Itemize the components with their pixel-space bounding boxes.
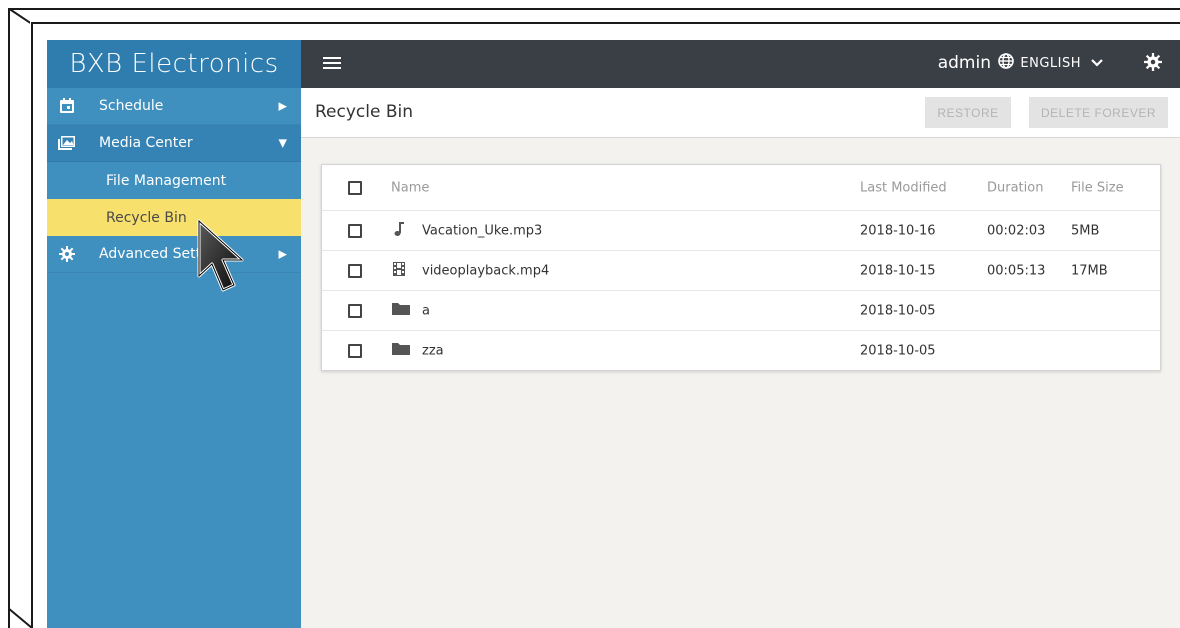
file-name: a: [422, 303, 430, 318]
user-name[interactable]: admin: [938, 53, 991, 73]
file-name: Vacation_Uke.mp3: [422, 223, 543, 238]
settings-gear-icon[interactable]: [1144, 53, 1162, 75]
folder-icon: [392, 302, 410, 320]
last-modified: 2018-10-16: [860, 223, 936, 238]
row-checkbox[interactable]: [348, 223, 362, 238]
row-checkbox[interactable]: [348, 344, 362, 358]
sidebar: BXB Electronics Schedule ▶ Media Center …: [47, 40, 301, 628]
inner-frame-top: [31, 22, 1180, 24]
sidebar-item-advanced-settings[interactable]: Advanced Sett ▶: [47, 236, 301, 273]
globe-icon: [998, 53, 1015, 73]
top-bar: admin ENGLISH: [301, 40, 1180, 88]
file-size: 17MB: [1071, 263, 1108, 278]
language-selector[interactable]: ENGLISH: [998, 53, 1103, 73]
last-modified: 2018-10-05: [860, 303, 936, 318]
file-size: 5MB: [1071, 223, 1100, 238]
last-modified: 2018-10-05: [860, 343, 936, 359]
table-row[interactable]: a 2018-10-05: [322, 291, 1160, 331]
column-header-last-modified[interactable]: Last Modified: [860, 180, 947, 195]
inner-frame-left: [31, 22, 33, 628]
hamburger-menu-icon[interactable]: [323, 54, 341, 72]
column-header-name[interactable]: Name: [391, 180, 429, 195]
calendar-icon: [57, 96, 77, 116]
file-name: zza: [422, 343, 444, 359]
file-table: Name Last Modified Duration File Size Va…: [321, 164, 1161, 371]
duration: 00:05:13: [987, 263, 1046, 278]
restore-button[interactable]: RESTORE: [925, 97, 1011, 128]
gear-icon: [57, 244, 77, 264]
sidebar-item-recycle-bin[interactable]: Recycle Bin: [47, 199, 301, 236]
sidebar-item-media-center[interactable]: Media Center ▼: [47, 125, 301, 162]
sidebar-item-label: Schedule: [99, 98, 164, 114]
page-title: Recycle Bin: [315, 102, 414, 122]
language-label: ENGLISH: [1020, 55, 1081, 71]
folder-icon: [392, 342, 410, 360]
chevron-down-icon: [1091, 56, 1103, 71]
table-row[interactable]: Vacation_Uke.mp3 2018-10-16 00:02:03 5MB: [322, 211, 1160, 251]
delete-forever-button[interactable]: DELETE FOREVER: [1029, 97, 1168, 128]
film-icon: [392, 261, 406, 281]
sidebar-item-schedule[interactable]: Schedule ▶: [47, 88, 301, 125]
sidebar-item-label: Advanced Sett: [99, 246, 202, 262]
table-row[interactable]: videoplayback.mp4 2018-10-15 00:05:13 17…: [322, 251, 1160, 291]
page-header: Recycle Bin RESTORE DELETE FOREVER: [301, 88, 1180, 138]
music-note-icon: [392, 221, 406, 241]
app-window: BXB Electronics Schedule ▶ Media Center …: [47, 40, 1180, 628]
file-name: videoplayback.mp4: [422, 263, 550, 278]
table-header-row: Name Last Modified Duration File Size: [322, 165, 1160, 211]
frame-corner-bottom: [8, 608, 33, 628]
chevron-right-icon: ▶: [278, 247, 287, 261]
duration: 00:02:03: [987, 223, 1046, 238]
last-modified: 2018-10-15: [860, 263, 936, 278]
sidebar-item-file-management[interactable]: File Management: [47, 162, 301, 199]
column-header-file-size[interactable]: File Size: [1071, 180, 1124, 195]
frame-corner: [8, 8, 30, 24]
chevron-down-icon: ▼: [278, 136, 287, 150]
sidebar-item-label: Media Center: [99, 135, 193, 151]
row-checkbox[interactable]: [348, 303, 362, 318]
brand-title: BXB Electronics: [47, 40, 301, 88]
column-header-duration[interactable]: Duration: [987, 180, 1043, 195]
row-checkbox[interactable]: [348, 263, 362, 278]
media-icon: [57, 133, 77, 153]
mouse-cursor-icon: [197, 219, 244, 292]
table-row[interactable]: zza 2018-10-05: [322, 331, 1160, 371]
select-all-checkbox[interactable]: [348, 180, 362, 195]
chevron-right-icon: ▶: [278, 99, 287, 113]
